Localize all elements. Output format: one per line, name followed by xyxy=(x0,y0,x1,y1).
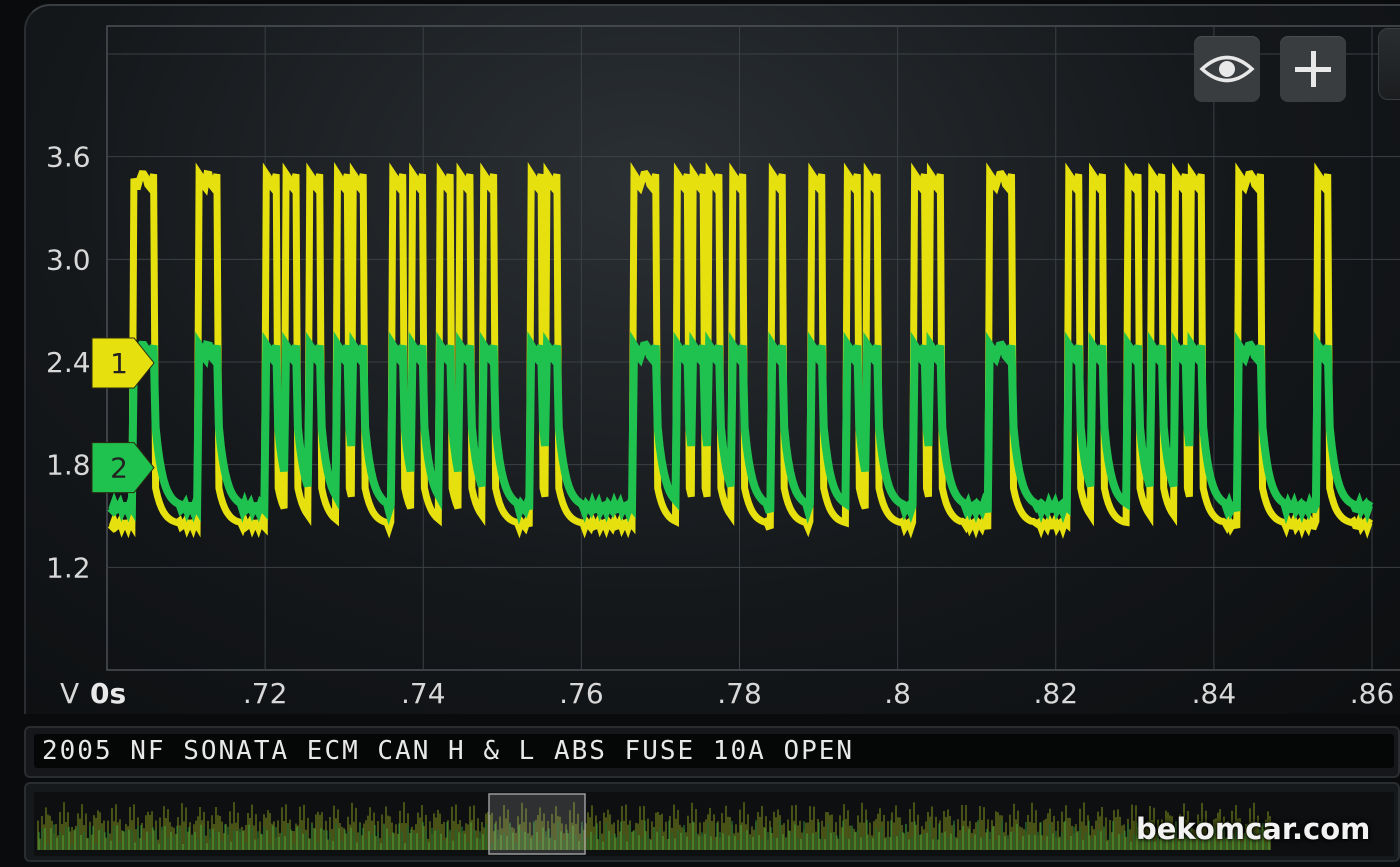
plot-frame xyxy=(106,25,1400,671)
y-tick-label: 3.0 xyxy=(46,243,91,276)
x-tick-label: .72 xyxy=(243,677,288,710)
capture-title-bar: 2005 NF SONATA ECM CAN H & L ABS FUSE 10… xyxy=(24,726,1400,778)
eye-button[interactable] xyxy=(1194,36,1260,102)
y-tick-label: 3.6 xyxy=(46,141,91,174)
scope-panel: 3.6 3.0 2.4 1.8 1.2 .72 .74 .76 .78 .8 .82 .84 .86 V 0… xyxy=(24,4,1400,714)
x-tick-label: .74 xyxy=(401,677,446,710)
waveform-plot[interactable]: 3.6 3.0 2.4 1.8 1.2 .72 .74 .76 .78 .8 .82 .84 .86 V 0… xyxy=(26,6,1400,714)
x-tick-label: .86 xyxy=(1350,677,1395,710)
x-start-label: 0s xyxy=(90,677,126,710)
app-frame: 3.6 3.0 2.4 1.8 1.2 .72 .74 .76 .78 .8 .82 .84 .86 V 0… xyxy=(0,0,1400,867)
eye-icon xyxy=(1199,55,1255,83)
plus-icon xyxy=(1295,51,1331,87)
overview-window[interactable] xyxy=(488,793,586,855)
title-field[interactable]: 2005 NF SONATA ECM CAN H & L ABS FUSE 10… xyxy=(34,734,1394,768)
side-panel-handle[interactable] xyxy=(1378,28,1400,100)
capture-title: 2005 NF SONATA ECM CAN H & L ABS FUSE 10… xyxy=(42,736,855,766)
y-tick-label: 1.8 xyxy=(46,449,91,482)
x-tick-label: .78 xyxy=(717,677,762,710)
x-tick-label: .84 xyxy=(1192,677,1237,710)
x-tick-label: .76 xyxy=(559,677,604,710)
y-tick-label: 1.2 xyxy=(46,551,91,584)
channel-marker-2[interactable]: 2 xyxy=(91,442,155,494)
x-tick-label: .82 xyxy=(1033,677,1078,710)
watermark: bekomcar.com xyxy=(1136,812,1371,846)
channel-marker-label: 1 xyxy=(110,347,128,380)
channel-marker-label: 2 xyxy=(110,452,128,485)
y-axis-unit: V xyxy=(60,677,79,710)
x-tick-label: .8 xyxy=(884,677,911,710)
add-channel-button[interactable] xyxy=(1280,36,1346,102)
y-tick-label: 2.4 xyxy=(46,346,91,379)
